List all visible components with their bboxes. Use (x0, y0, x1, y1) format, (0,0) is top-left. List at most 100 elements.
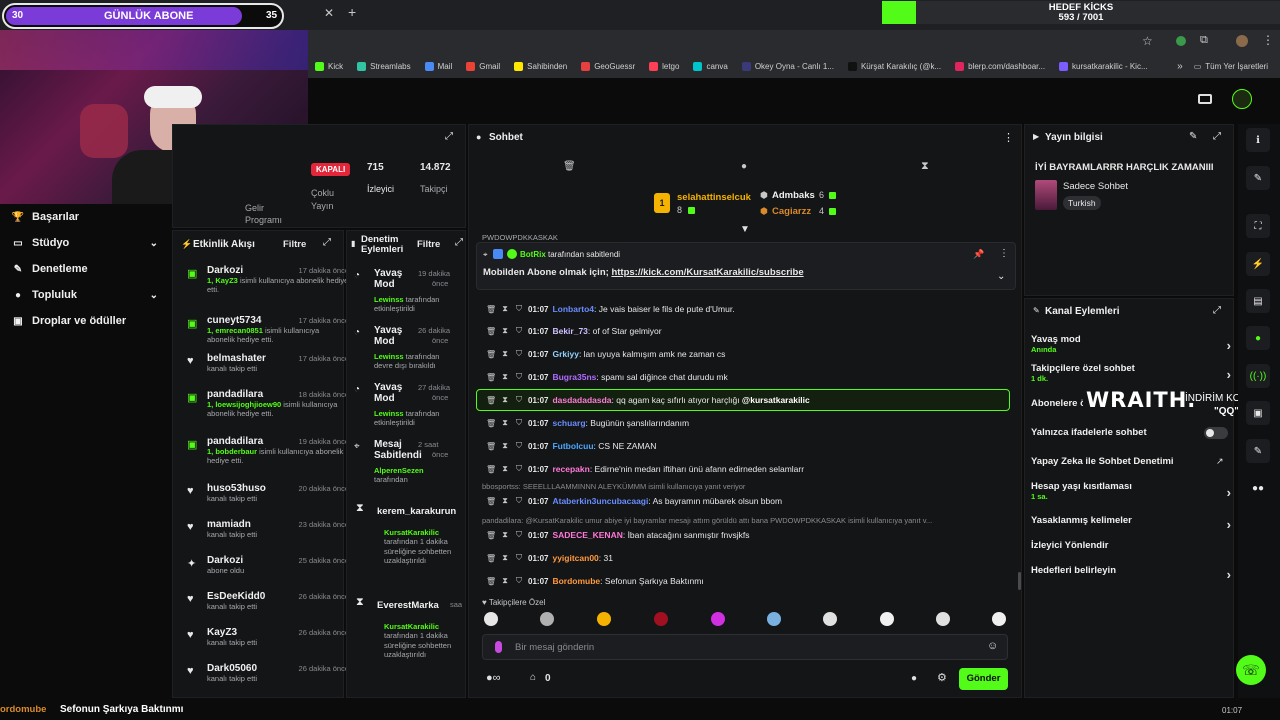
bookmarks-overflow-icon[interactable]: » (1177, 61, 1187, 72)
screen-capture-icon[interactable]: ⛶ (1246, 214, 1270, 238)
chat-icon[interactable]: ● (1246, 326, 1270, 350)
activity-item[interactable]: ♥ Dark05060 26 dakika önce kanalı takip ett… (187, 663, 349, 683)
emote-icon[interactable] (880, 612, 894, 626)
sidebar-item-1[interactable]: 🏆 Başarılar (0, 204, 172, 230)
activity-item[interactable]: ▣ Darkozi 17 dakika önce 1, KayZ3 isimli ku… (187, 265, 349, 295)
mod-timeout-moderator[interactable]: KursatKarakilic (384, 622, 439, 631)
info-icon[interactable]: ℹ (1246, 128, 1270, 152)
activity-item[interactable]: ▣ pandadilara 18 dakika önce 1, loewsijoghj… (187, 389, 349, 419)
stream-category[interactable]: Sadece Sohbet (1063, 181, 1128, 192)
emote-icon[interactable] (823, 612, 837, 626)
activity-item[interactable]: ♥ mamiadn 23 dakika önce kanalı takip etti (187, 519, 349, 539)
chat-input-placeholder[interactable]: Bir mesaj gönderin (515, 642, 594, 653)
chevron-right-icon[interactable]: › (1227, 367, 1231, 382)
sidebar-item-5[interactable]: ▣ Droplar ve ödüller (0, 308, 172, 334)
mod-action-user[interactable]: Lewinss (374, 352, 404, 361)
ban-shield-icon[interactable]: ⛉ (514, 349, 524, 359)
mod-timeout-user[interactable]: kerem_karakurun (377, 506, 456, 517)
activity-item[interactable]: ♥ huso53huso 20 dakika önce kanalı takip et… (187, 483, 349, 503)
mod-filter-button[interactable]: Filtre (417, 239, 440, 250)
store-icon[interactable]: ⌂ (530, 672, 536, 683)
bookmark-item[interactable]: Streamlabs (350, 61, 417, 71)
ban-shield-icon[interactable]: ⛉ (514, 326, 524, 336)
bookmark-item[interactable]: Mail (418, 61, 460, 71)
delete-message-icon[interactable]: 🗑 (486, 442, 496, 451)
chevron-down-icon[interactable]: ⌄ (150, 290, 158, 301)
delete-message-icon[interactable]: 🗑 (486, 350, 496, 359)
sidebar-item-3[interactable]: ✎ Denetleme (0, 256, 172, 282)
activity-item[interactable]: ♥ KayZ3 26 dakika önce kanalı takip etti (187, 627, 349, 647)
pinned-menu-icon[interactable]: ⋮ (999, 248, 1009, 259)
chat-message[interactable]: 🗑 ⧗ ⛉ 01:07 recepakn: Edirne'nin medarı ifti… (486, 464, 804, 474)
profile-avatar[interactable] (1236, 35, 1248, 47)
activity-item[interactable]: ▣ pandadilara 19 dakika önce 1, bobderbaur … (187, 436, 349, 466)
chat-message[interactable]: 🗑 ⧗ ⛉ 01:07 SADECE_KENAN: İban atacağını san… (486, 530, 749, 540)
collapse-leaderboard-icon[interactable]: ▼ (740, 224, 750, 235)
activity-gift-recipient[interactable]: 1, emrecan0851 (207, 326, 263, 335)
category-thumbnail[interactable] (1035, 180, 1057, 210)
delete-message-icon[interactable]: 🗑 (486, 419, 496, 428)
chat-message[interactable]: 🗑 ⧗ ⛉ 01:07 Grkiyy: lan uyuya kalmışım amk n… (486, 349, 725, 359)
bookmark-item[interactable]: blerp.com/dashboar... (948, 61, 1052, 71)
microphone-icon[interactable] (495, 641, 502, 653)
channel-action-item[interactable]: Hesap yaşı kısıtlaması 1 sa. › (1031, 481, 1231, 501)
gear-icon[interactable]: ⚙ (937, 671, 947, 684)
timeout-hourglass-icon[interactable]: ⧗ (500, 576, 510, 586)
chevron-down-icon[interactable]: ⌄ (150, 238, 158, 249)
chat-message[interactable]: 🗑 ⧗ ⛉ 01:07 Futbolcuu: CS NE ZAMAN (486, 441, 656, 451)
emote-only-toggle[interactable] (1204, 427, 1228, 439)
broadcast-icon[interactable]: ((·)) (1246, 364, 1270, 388)
timeout-hourglass-icon[interactable]: ⧗ (500, 418, 510, 428)
emote-icon[interactable] (484, 612, 498, 626)
activity-item[interactable]: ♥ belmashater 17 dakika önce kanalı takip e… (187, 353, 349, 373)
channel-actions-popout-icon[interactable]: ⤢ (1213, 305, 1221, 316)
chat-message[interactable]: 🗑 ⧗ ⛉ 01:07 Bekir_73: of of Star gelmiyor (486, 326, 662, 336)
emote-icon[interactable] (711, 612, 725, 626)
delete-message-icon[interactable]: 🗑 (486, 396, 496, 405)
wrench-icon[interactable]: ✎ (1246, 439, 1270, 463)
activity-gift-recipient[interactable]: 1, KayZ3 (207, 276, 238, 285)
channel-points-icon[interactable]: ●∞ (486, 672, 501, 684)
channel-action-item[interactable]: Yavaş mod Anında › (1031, 334, 1231, 354)
timeout-hourglass-icon[interactable]: ⧗ (500, 326, 510, 336)
support-chat-button[interactable]: ☏ (1236, 655, 1266, 685)
ban-shield-icon[interactable]: ⛉ (514, 304, 524, 314)
message-username[interactable]: Lonbarto4 (552, 304, 594, 314)
leaderboard-second-name[interactable]: Admbaks (772, 190, 815, 201)
channel-action-item[interactable]: Yalnızca ifadelerle sohbet (1031, 427, 1231, 438)
ban-shield-icon[interactable]: ⛉ (514, 418, 524, 428)
emote-icon[interactable] (654, 612, 668, 626)
timeout-hourglass-icon[interactable]: ⧗ (500, 441, 510, 451)
mod-timeout-moderator[interactable]: KursatKarakilic (384, 528, 439, 537)
message-mention[interactable]: @kursatkarakilic (742, 395, 810, 405)
ban-shield-icon[interactable]: ⛉ (514, 372, 524, 382)
new-tab-icon[interactable]: + (348, 4, 356, 20)
browser-menu-icon[interactable]: ⋮ (1262, 33, 1274, 47)
ban-shield-icon[interactable]: ⛉ (514, 441, 524, 451)
ban-shield-icon[interactable]: ⛉ (514, 553, 524, 563)
chat-message[interactable]: 🗑 ⧗ ⛉ 01:07 Ataberkin3uncubacaagi: As bayram… (486, 496, 782, 506)
ban-shield-icon[interactable]: ⛉ (514, 530, 524, 540)
bookmark-item[interactable]: canva (686, 61, 734, 71)
timeout-hourglass-icon[interactable]: ⧗ (500, 464, 510, 474)
channel-action-item[interactable]: Takipçilere özel sohbet 1 dk. › (1031, 363, 1231, 383)
emote-icon[interactable] (992, 612, 1006, 626)
timeout-hourglass-icon[interactable]: ⧗ (500, 395, 510, 405)
chevron-right-icon[interactable]: › (1227, 567, 1231, 582)
leaderboard-first-name[interactable]: selahattinselcuk (677, 192, 751, 203)
reply-context[interactable]: pandadilara: @KursatKarakilic umur abiye… (482, 516, 1007, 525)
sidebar-item-4[interactable]: ● Topluluk ⌄ (0, 282, 172, 308)
chat-settings-bubble-icon[interactable]: ● (741, 161, 747, 172)
timeout-hourglass-icon[interactable]: ⧗ (500, 496, 510, 506)
timeout-hourglass-icon[interactable]: ⧗ (500, 304, 510, 314)
timeout-hourglass-icon[interactable]: ⧗ (500, 372, 510, 382)
leaderboard-third-name[interactable]: Cagiarzz (772, 206, 811, 217)
creator-dashboard-icon[interactable] (1198, 94, 1212, 104)
channel-action-item[interactable]: İzleyici Yönlendir (1031, 540, 1231, 551)
ban-shield-icon[interactable]: ⛉ (514, 395, 524, 405)
delete-message-icon[interactable]: 🗑 (486, 577, 496, 586)
reply-context[interactable]: bbosportss: SEEELLLAAMMINNN ALEYKÜMMM is… (482, 482, 1007, 491)
delete-message-icon[interactable]: 🗑 (486, 531, 496, 540)
tab-close-icon[interactable]: ✕ (324, 6, 334, 20)
bookmark-item[interactable]: letgo (642, 61, 686, 71)
